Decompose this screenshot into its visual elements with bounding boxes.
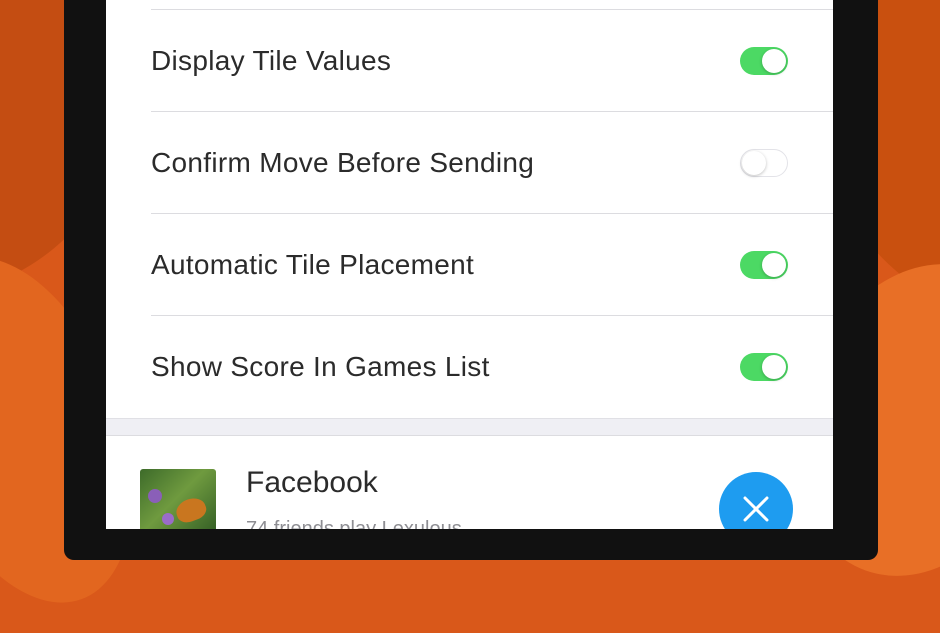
- toggle-knob: [762, 49, 786, 73]
- butterfly-shape: [173, 494, 209, 526]
- facebook-section[interactable]: Facebook 74 friends play Lexulous: [106, 436, 833, 529]
- toggle-knob: [762, 253, 786, 277]
- confirm-move-toggle[interactable]: [740, 149, 788, 177]
- setting-row-confirm-move: Confirm Move Before Sending: [106, 112, 833, 214]
- setting-label: Automatic Tile Placement: [151, 249, 475, 280]
- setting-row-automatic-tile-placement: Automatic Tile Placement: [106, 214, 833, 316]
- display-tile-values-toggle[interactable]: [740, 47, 788, 75]
- divider: [106, 418, 833, 419]
- setting-row-show-score: Show Score In Games List: [106, 316, 833, 418]
- setting-label: Display Tile Values: [151, 45, 392, 76]
- toggle-knob: [762, 355, 786, 379]
- facebook-title: Facebook: [246, 466, 378, 499]
- setting-label: Confirm Move Before Sending: [151, 147, 535, 178]
- close-button[interactable]: [719, 472, 793, 529]
- toggle-knob: [742, 150, 766, 175]
- setting-row-display-tile-values: Display Tile Values: [106, 10, 833, 112]
- show-score-toggle[interactable]: [740, 353, 788, 381]
- flower-shape: [162, 513, 174, 525]
- flower-shape: [148, 489, 162, 503]
- facebook-thumbnail: [140, 469, 216, 529]
- settings-list: Display Tile Values Confirm Move Before …: [106, 0, 833, 418]
- app-screen: Display Tile Values Confirm Move Before …: [106, 0, 833, 529]
- setting-label: Show Score In Games List: [151, 351, 490, 382]
- close-icon: [743, 496, 769, 522]
- facebook-subtitle: 74 friends play Lexulous: [246, 518, 462, 529]
- automatic-tile-placement-toggle[interactable]: [740, 251, 788, 279]
